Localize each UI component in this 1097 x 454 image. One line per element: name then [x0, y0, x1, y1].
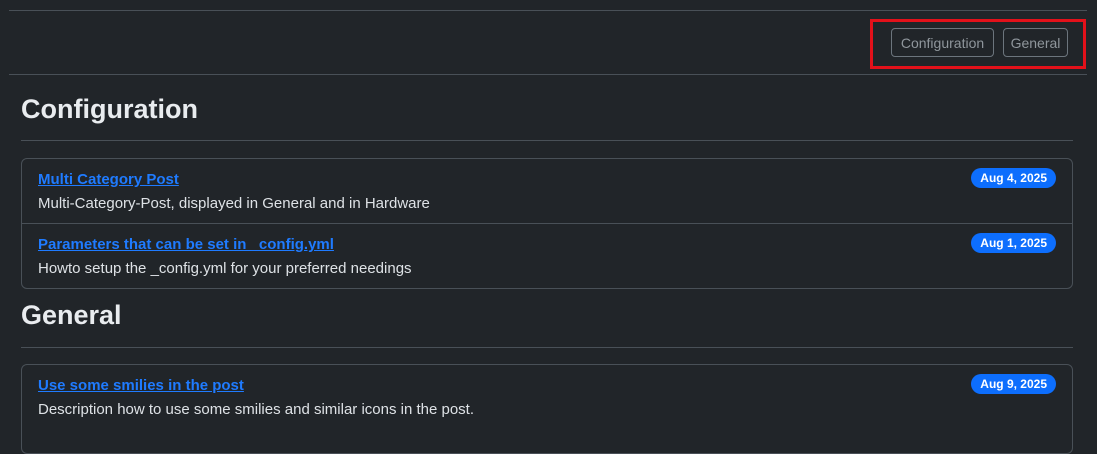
- post-description: Multi-Category-Post, displayed in Genera…: [38, 195, 430, 212]
- section-title-general: General: [21, 300, 122, 330]
- date-badge: Aug 1, 2025: [971, 233, 1056, 253]
- post-list-configuration: Multi Category Post Multi-Category-Post,…: [21, 158, 1073, 289]
- post-title-link[interactable]: Use some smilies in the post: [38, 377, 244, 395]
- list-item: Multi Category Post Multi-Category-Post,…: [22, 159, 1072, 224]
- section-divider: [21, 140, 1073, 141]
- post-list-general: Use some smilies in the post Description…: [21, 364, 1073, 454]
- filter-button-configuration[interactable]: Configuration: [891, 28, 994, 57]
- section-divider: [21, 347, 1073, 348]
- date-badge: Aug 4, 2025: [971, 168, 1056, 188]
- date-badge: Aug 9, 2025: [971, 374, 1056, 394]
- section-title-configuration: Configuration: [21, 94, 198, 124]
- list-item: Parameters that can be set in _config.ym…: [22, 224, 1072, 288]
- post-title-link[interactable]: Parameters that can be set in _config.ym…: [38, 236, 334, 254]
- post-description: Description how to use some smilies and …: [38, 401, 475, 418]
- list-item: Use some smilies in the post Description…: [22, 365, 1072, 430]
- filter-button-general[interactable]: General: [1003, 28, 1068, 57]
- post-description: Howto setup the _config.yml for your pre…: [38, 260, 412, 277]
- post-title-link[interactable]: Multi Category Post: [38, 171, 179, 189]
